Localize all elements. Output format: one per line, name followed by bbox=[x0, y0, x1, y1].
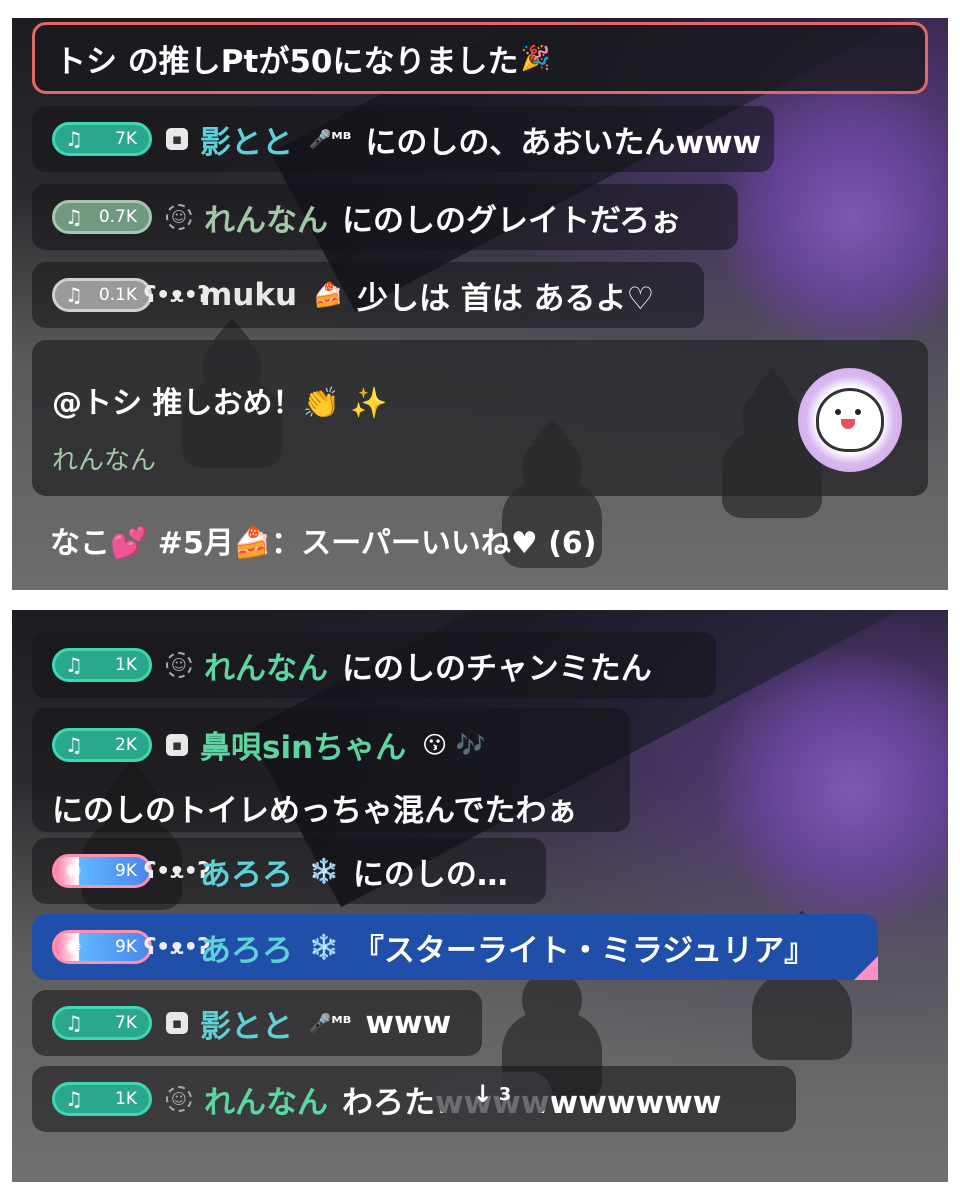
new-comments-button[interactable]: ↓ 3 bbox=[432, 1072, 552, 1116]
chat-comment[interactable]: ♫1K ☺ れんなん わろたwwwwwwwwww bbox=[32, 1066, 796, 1132]
mention-text: @トシ 推しおめ！👏 ✨ bbox=[52, 386, 388, 421]
user-emoji: 🎤ᴹᴮ bbox=[309, 1012, 352, 1034]
fan-level-badge[interactable]: ♫ 2K bbox=[52, 727, 152, 762]
music-note-icon: ♫ bbox=[65, 732, 83, 757]
chat-badge-icon: ▪ bbox=[166, 128, 188, 150]
bear-icon: ʕ•ᴥ•ʔ bbox=[143, 859, 211, 884]
wreath-icon: ✺ bbox=[65, 935, 82, 959]
comment-message: www bbox=[365, 1005, 452, 1041]
comment-username[interactable]: muku bbox=[200, 277, 297, 313]
comment-username[interactable]: あろろ bbox=[200, 849, 293, 894]
fan-level-badge[interactable]: ✺ 9K bbox=[52, 930, 152, 964]
comment-message: 『スターライト・ミラジュリア』 bbox=[352, 932, 816, 969]
chat-panel-bottom: ♫ 1K ☺ れんなん にのしのチャンミたん ♫ 2K ▪ 鼻唄sinちゃん 😗 🎶… bbox=[12, 610, 948, 1182]
announcement-text: トシ の推しPtが50になりました bbox=[55, 43, 519, 80]
music-note-icon: ♫ bbox=[65, 127, 83, 151]
music-note-icon: ♫ bbox=[65, 1011, 83, 1035]
new-comments-count: 3 bbox=[498, 1083, 512, 1105]
snowflake-emoji: ❄️ bbox=[309, 857, 339, 885]
dashed-circle-icon: ☺ bbox=[166, 1086, 192, 1112]
super-like-text: #5月🍰：スーパーいいね♥ (6) bbox=[147, 526, 597, 561]
comment-message: 少しは 首は あるよ♡ bbox=[356, 280, 655, 317]
fan-level-badge[interactable]: ♫ 1K bbox=[52, 648, 152, 682]
chat-comment[interactable]: ♫ 7K ▪ 影とと 🎤ᴹᴮ www bbox=[32, 990, 482, 1056]
highlighted-chat-comment[interactable]: ✺ 9K ʕ•ᴥ•ʔ あろろ ❄️ 『スターライト・ミラジュリア』 bbox=[32, 914, 878, 980]
chat-comment[interactable]: ♫ 2K ▪ 鼻唄sinちゃん 😗 🎶 にのしのトイレめっちゃ混んでたわぁ bbox=[32, 708, 630, 832]
chat-comment[interactable]: ♫ 0.7K ☺ れんなん にのしのグレイトだろぉ bbox=[32, 184, 738, 250]
chat-panel-top: トシ の推しPtが50になりました 🎉 ♫ 7K ▪ 影とと 🎤ᴹᴮ にのしの、あ… bbox=[12, 18, 948, 590]
super-like-user[interactable]: なこ💕 bbox=[50, 526, 147, 561]
comment-message: にのしのグレイトだろぉ bbox=[342, 202, 682, 239]
seal-sticker-icon bbox=[798, 368, 902, 472]
fan-level-badge[interactable]: ♫ 7K bbox=[52, 122, 152, 156]
dashed-circle-icon: ☺ bbox=[166, 652, 192, 678]
snowflake-emoji: ❄️ bbox=[309, 933, 339, 961]
bear-icon: ʕ•ᴥ•ʔ bbox=[143, 935, 211, 960]
bear-icon: ʕ•ᴥ•ʔ bbox=[143, 283, 211, 308]
chat-badge-icon: ▪ bbox=[166, 1012, 188, 1034]
comment-message: にのしの、あおいたんwww bbox=[365, 124, 762, 161]
music-note-icon: ♫ bbox=[65, 1087, 83, 1111]
comment-message: にのしの… bbox=[352, 856, 508, 893]
comment-username[interactable]: 影とと bbox=[200, 1001, 293, 1046]
chat-comment[interactable]: ♫ 7K ▪ 影とと 🎤ᴹᴮ にのしの、あおいたんwww bbox=[32, 106, 774, 172]
user-emoji: 😗 🎶 bbox=[422, 730, 486, 759]
comment-username[interactable]: 鼻唄sinちゃん bbox=[200, 722, 406, 767]
wreath-icon: ✺ bbox=[65, 859, 82, 883]
mention-comment-card[interactable]: @トシ 推しおめ！👏 ✨ れんなん bbox=[32, 340, 928, 496]
comment-message: にのしのトイレめっちゃ混んでたわぁ bbox=[52, 793, 578, 829]
comment-username[interactable]: 影とと bbox=[200, 117, 293, 162]
music-note-icon: ♫ bbox=[65, 205, 83, 229]
comment-username[interactable]: れんなん bbox=[204, 1077, 328, 1122]
fan-level-badge[interactable]: ✺ 9K bbox=[52, 854, 152, 888]
down-arrow-icon: ↓ bbox=[472, 1080, 493, 1108]
super-like-notice: なこ💕 #5月🍰：スーパーいいね♥ (6) bbox=[50, 518, 597, 562]
cake-emoji: 🍰 bbox=[313, 281, 343, 309]
dashed-circle-icon: ☺ bbox=[166, 204, 192, 230]
fan-level-badge[interactable]: ♫ 0.7K bbox=[52, 200, 152, 234]
comment-username[interactable]: あろろ bbox=[200, 925, 293, 970]
music-note-icon: ♫ bbox=[65, 283, 83, 307]
mention-username[interactable]: れんなん bbox=[52, 440, 928, 477]
fan-level-badge[interactable]: ♫ 7K bbox=[52, 1006, 152, 1040]
comment-username[interactable]: れんなん bbox=[204, 643, 328, 688]
fan-level-badge[interactable]: ♫ 1K bbox=[52, 1082, 152, 1116]
user-emoji: 🎤ᴹᴮ bbox=[309, 128, 352, 150]
fan-level-badge[interactable]: ♫ 0.1K bbox=[52, 278, 152, 312]
chat-comment[interactable]: ✺ 9K ʕ•ᴥ•ʔ あろろ ❄️ にのしの… bbox=[32, 838, 546, 904]
pink-corner-decoration bbox=[854, 956, 878, 980]
chat-comment[interactable]: ♫ 0.1K ʕ•ᴥ•ʔ muku 🍰 少しは 首は あるよ♡ bbox=[32, 262, 704, 328]
chat-comment[interactable]: ♫ 1K ☺ れんなん にのしのチャンミたん bbox=[32, 632, 716, 698]
music-note-icon: ♫ bbox=[65, 653, 83, 677]
oshi-points-announcement: トシ の推しPtが50になりました 🎉 bbox=[32, 22, 928, 94]
party-popper-icon: 🎉 bbox=[520, 44, 551, 72]
comment-username[interactable]: れんなん bbox=[204, 195, 328, 240]
chat-badge-icon: ▪ bbox=[166, 733, 188, 756]
comment-message: にのしのチャンミたん bbox=[342, 650, 652, 687]
